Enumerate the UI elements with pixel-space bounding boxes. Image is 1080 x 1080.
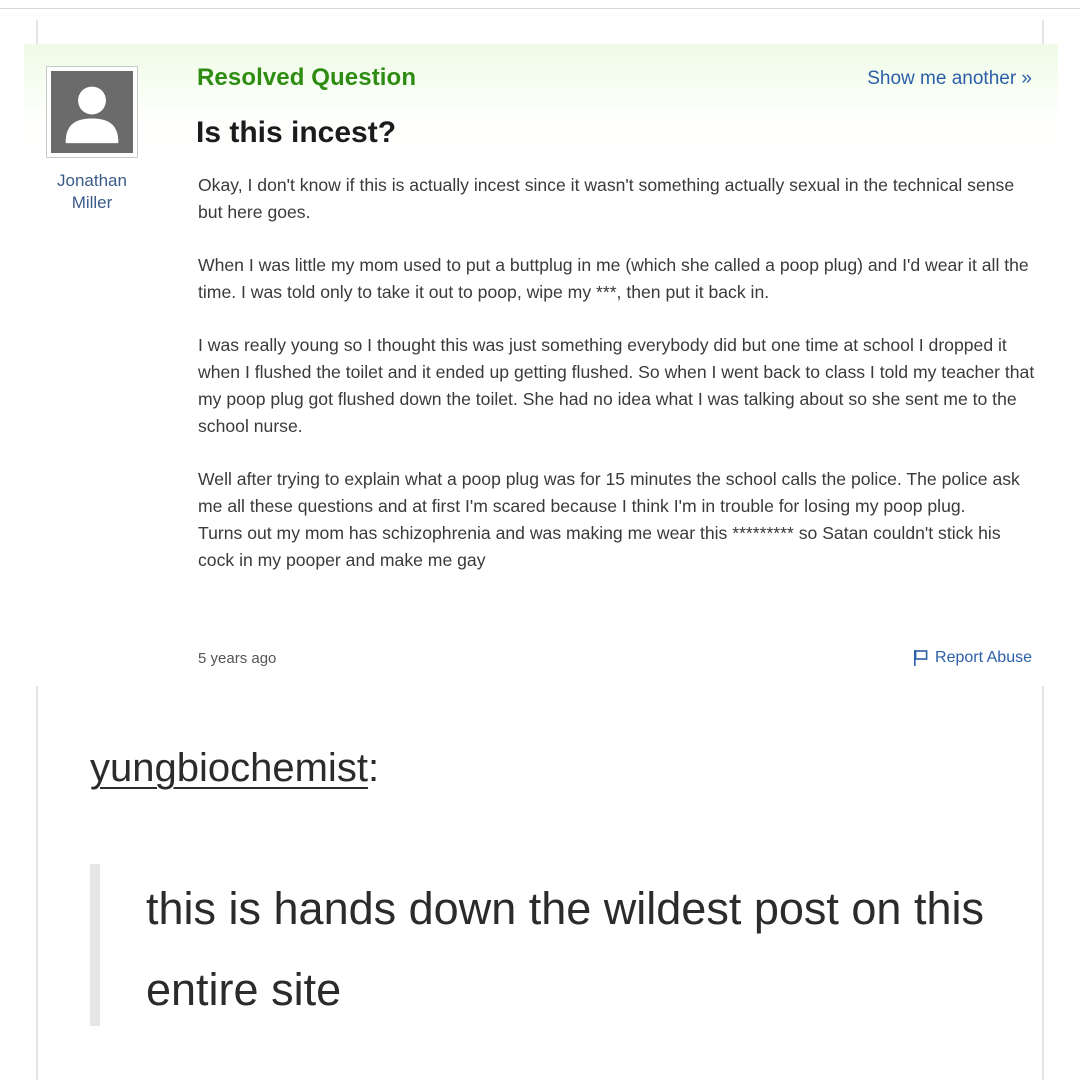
body-paragraph: When I was little my mom used to put a b…: [198, 255, 1029, 302]
question-title: Is this incest?: [196, 116, 397, 149]
question-card: Jonathan Miller Resolved Question Show m…: [24, 44, 1058, 686]
report-abuse-link[interactable]: Report Abuse: [911, 648, 1032, 668]
blockquote-bar: [90, 864, 100, 1026]
body-paragraph: Well after trying to explain what a poop…: [198, 469, 1020, 516]
body-paragraph: Okay, I don't know if this is actually i…: [198, 175, 1015, 222]
body-paragraph: Turns out my mom has schizophrenia and w…: [198, 523, 1001, 570]
reblog-comment: this is hands down the wildest post on t…: [146, 883, 984, 1015]
resolved-question-label: Resolved Question: [197, 64, 417, 91]
report-abuse-label: Report Abuse: [935, 649, 1032, 666]
top-divider: [0, 8, 1080, 9]
default-user-avatar-icon: [51, 71, 133, 153]
reblogger-separator: :: [367, 746, 380, 790]
show-another-link[interactable]: Show me another »: [867, 68, 1032, 90]
author-name[interactable]: Jonathan Miller: [38, 170, 146, 214]
reblogger-username-link[interactable]: yungbiochemist: [90, 746, 368, 790]
flag-icon: [914, 650, 928, 666]
posted-timestamp: 5 years ago: [198, 650, 277, 667]
avatar[interactable]: [46, 66, 138, 158]
reblogger-heading: yungbiochemist:: [90, 746, 379, 791]
question-body: Okay, I don't know if this is actually i…: [198, 172, 1040, 574]
body-paragraph: I was really young so I thought this was…: [198, 335, 1035, 436]
